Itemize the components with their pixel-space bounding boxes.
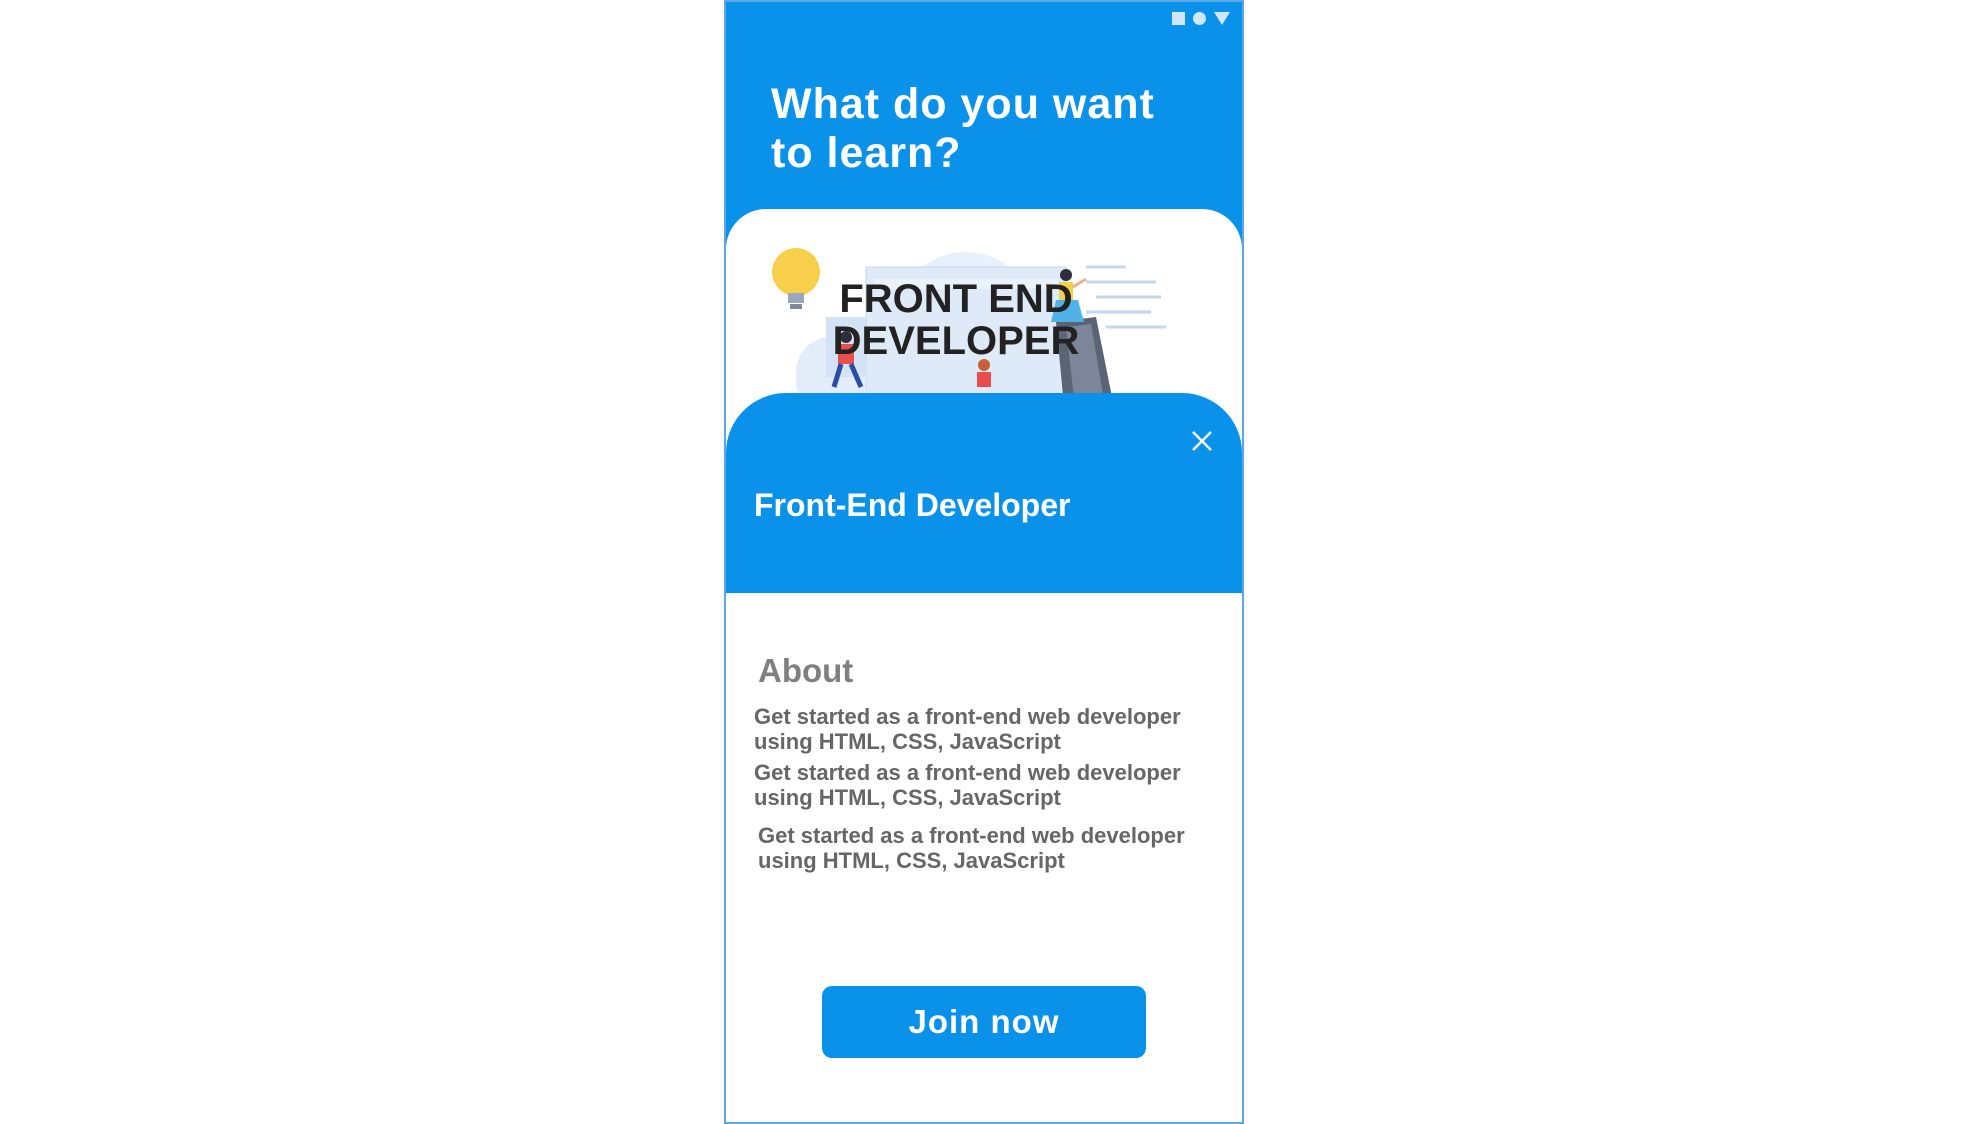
course-title: Front-End Developer [754,487,1071,523]
description-2: Get started as a front-end web developer… [754,760,1181,810]
status-bar [1172,12,1230,25]
lightbulb-icon [772,248,820,309]
course-detail-sheet-header: Front-End Developer [726,393,1242,593]
phone-frame: What do you want to learn? FRONT END DEV… [724,0,1244,1124]
page-title: What do you want to learn? [771,80,1191,178]
title-line-1: What do you want [771,80,1155,128]
description-3: Get started as a front-end web developer… [758,823,1185,873]
join-now-button[interactable]: Join now [822,986,1146,1058]
description-1: Get started as a front-end web developer… [754,704,1181,754]
about-heading: About [758,652,854,689]
square-icon [1172,12,1185,25]
illustration-line-2: DEVELOPER [833,319,1080,363]
circle-icon [1193,12,1206,25]
close-icon[interactable] [1190,429,1214,453]
title-line-2: to learn? [771,129,962,177]
triangle-icon [1214,12,1230,25]
illustration-line-1: FRONT END [839,277,1072,321]
